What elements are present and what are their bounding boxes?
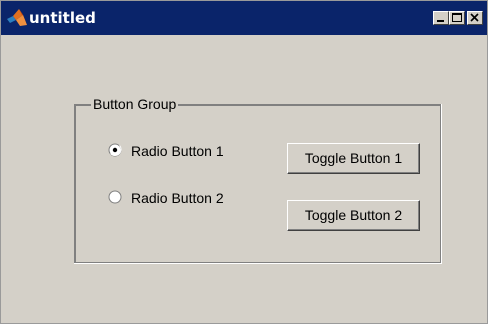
title-bar[interactable]: untitled (1, 1, 487, 35)
radio-button-2-label: Radio Button 2 (131, 190, 224, 206)
matlab-logo-icon (7, 9, 27, 27)
radio-button-1-label: Radio Button 1 (131, 143, 224, 159)
minimize-button[interactable] (433, 11, 449, 25)
toggle-button-2[interactable]: Toggle Button 2 (287, 200, 420, 231)
radio-button-1[interactable]: Radio Button 1 (108, 142, 258, 160)
close-button[interactable] (467, 11, 483, 25)
button-group-title: Button Group (91, 95, 179, 113)
radio-unselected-icon (108, 190, 122, 204)
window-title: untitled (29, 9, 96, 27)
radio-selected-icon (108, 143, 122, 157)
figure-window: untitled Button Group Radio Button 1 Rad… (0, 0, 488, 324)
radio-button-2[interactable]: Radio Button 2 (108, 189, 258, 207)
maximize-button[interactable] (449, 11, 465, 25)
toggle-button-1[interactable]: Toggle Button 1 (287, 143, 420, 174)
button-group-panel (74, 104, 442, 264)
